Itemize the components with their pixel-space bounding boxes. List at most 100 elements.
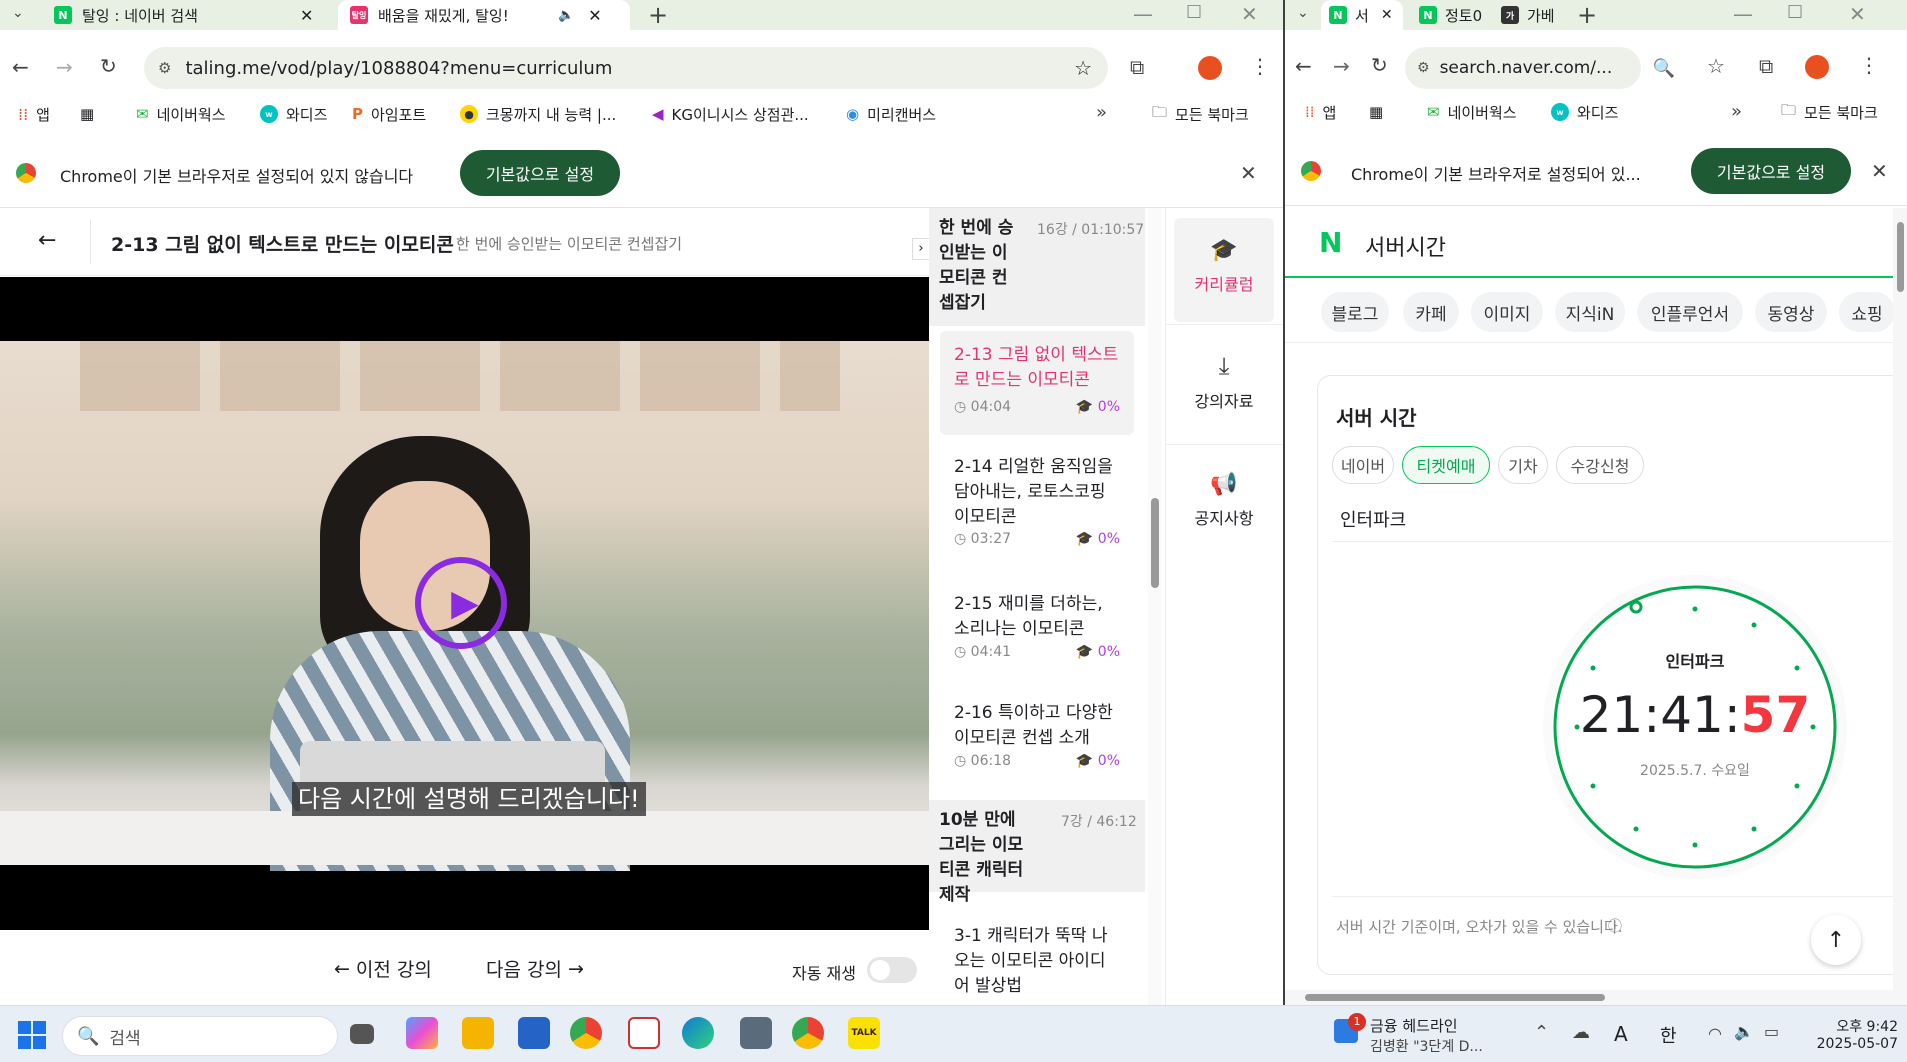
bookmark-naverworks[interactable]: ✉ 네이버웍스 [136, 100, 226, 128]
forward-icon[interactable]: → [56, 57, 73, 77]
category-video[interactable]: 동영상 [1755, 292, 1827, 332]
category-image[interactable]: 이미지 [1471, 292, 1543, 332]
forward-icon[interactable]: → [1333, 56, 1350, 76]
tab-server-time[interactable]: N 서 ✕ [1321, 0, 1403, 30]
windows-start-icon[interactable] [18, 1021, 46, 1049]
clock-date[interactable]: 2025-05-07 [1806, 1036, 1898, 1052]
extensions-icon[interactable]: ⧉ [1130, 57, 1144, 77]
bookmark-wadiz[interactable]: w 와디즈 [260, 100, 327, 128]
volume-icon[interactable]: 🔈 [1734, 1024, 1754, 1040]
tab-search-icon[interactable]: ⌄ [12, 6, 24, 20]
zoom-icon[interactable]: 🔍 [1653, 58, 1675, 79]
window-close-icon[interactable]: ✕ [1849, 4, 1866, 24]
maximize-icon[interactable]: ☐ [1186, 4, 1202, 22]
clock-time[interactable]: 오후 9:42 [1820, 1016, 1898, 1036]
tab-ticket[interactable]: 티켓예매 [1402, 446, 1490, 484]
infobar-close-icon[interactable]: ✕ [1240, 163, 1257, 183]
page-scrollbar[interactable] [1893, 208, 1907, 990]
news-widget[interactable]: 1 금융 헤드라인 김병환 "3단계 D... [1334, 1013, 1514, 1057]
scroll-thumb[interactable] [1897, 222, 1904, 292]
section-header[interactable]: 10분 만에 그리는 이모티콘 캐릭터 제작 7강 / 46:12 [929, 800, 1145, 905]
bookmark-tab-group[interactable]: ▦ [80, 100, 94, 128]
materials-menu-button[interactable]: ⤓ 강의자료 [1174, 338, 1274, 438]
tab-enrollment[interactable]: 수강신청 [1556, 446, 1644, 484]
selected-site[interactable]: 인터파크 [1340, 506, 1406, 532]
snipping-tool-icon[interactable] [628, 1017, 660, 1049]
back-icon[interactable]: ← [1295, 56, 1312, 76]
reload-icon[interactable]: ↻ [100, 56, 117, 76]
kakaotalk-icon[interactable]: TALK [848, 1017, 880, 1049]
category-blog[interactable]: 블로그 [1321, 292, 1389, 332]
calculator-icon[interactable] [740, 1017, 772, 1049]
tab-gabe[interactable]: 가 가베 [1493, 0, 1573, 30]
maximize-icon[interactable]: ☐ [1787, 4, 1803, 22]
address-bar[interactable]: ⚙ taling.me/vod/play/1088804?menu=curric… [144, 47, 1108, 89]
naver-logo-icon[interactable]: N [1319, 226, 1342, 259]
edge-icon[interactable] [682, 1017, 714, 1049]
category-cafe[interactable]: 카페 [1403, 292, 1459, 332]
play-button[interactable]: ▶ [415, 557, 507, 649]
minimize-icon[interactable]: — [1733, 4, 1753, 24]
curriculum-scrollbar[interactable] [1148, 208, 1162, 1005]
scroll-thumb[interactable] [1305, 994, 1605, 1001]
profile-avatar[interactable] [1805, 55, 1829, 79]
site-info-icon[interactable]: ⚙ [1417, 60, 1430, 76]
lesson-item[interactable]: 3-1 캐릭터가 뚝딱 나오는 이모티콘 아이디어 발상법 [940, 912, 1134, 1005]
autoplay-toggle[interactable] [867, 957, 917, 983]
extensions-icon[interactable]: ⧉ [1759, 56, 1773, 76]
address-bar[interactable]: ⚙ search.naver.com/... 🔍 [1405, 47, 1675, 89]
bookmark-wadiz[interactable]: w 와디즈 [1551, 98, 1618, 126]
menu-dots-icon[interactable]: ⋮ [1250, 56, 1270, 76]
menu-dots-icon[interactable]: ⋮ [1859, 55, 1879, 75]
profile-avatar[interactable] [1198, 56, 1222, 80]
category-kin[interactable]: 지식iN [1555, 292, 1625, 332]
lesson-item-active[interactable]: 2-13 그림 없이 텍스트로 만드는 이모티콘 ◷ 04:04 🎓 0% [940, 331, 1134, 435]
url-text[interactable]: search.naver.com/... [1440, 58, 1613, 78]
speaker-icon[interactable]: 🔈 [558, 8, 574, 23]
lesson-item[interactable]: 2-15 재미를 더하는, 소리나는 이모티콘 ◷ 04:41 🎓 0% [940, 580, 1134, 676]
all-bookmarks[interactable]: 🗀 모든 북마크 [1152, 100, 1249, 128]
wifi-icon[interactable]: ◠ [1708, 1026, 1722, 1042]
more-bookmarks-icon[interactable]: » [1731, 103, 1742, 121]
bookmark-miricanvas[interactable]: ◉ 미리캔버스 [846, 100, 936, 128]
category-influencer[interactable]: 인플루언서 [1637, 292, 1743, 332]
lesson-item[interactable]: 2-16 특이하고 다양한 이모티콘 컨셉 소개 ◷ 06:18 🎓 0% [940, 689, 1134, 785]
chevron-right-icon[interactable]: › [912, 238, 930, 260]
chrome-profile-icon[interactable] [792, 1017, 824, 1049]
curriculum-menu-button[interactable]: 🎓 커리큘럼 [1174, 218, 1274, 322]
prev-lesson-button[interactable]: ← 이전 강의 [334, 955, 432, 982]
back-arrow-icon[interactable]: ← [38, 230, 56, 252]
set-default-button[interactable]: 기본값으로 설정 [1691, 148, 1851, 194]
bookmark-tab-group[interactable]: ▦ [1369, 98, 1383, 126]
tab-naver-search[interactable]: N 탈잉 : 네이버 검색 ✕ [42, 0, 330, 30]
next-lesson-button[interactable]: 다음 강의 → [486, 955, 584, 982]
tab-search-icon[interactable]: ⌄ [1297, 6, 1309, 20]
tab-taling[interactable]: 탈잉 배움을 재밌게, 탈잉! 🔈 ✕ [338, 0, 630, 30]
new-tab-icon[interactable]: + [1577, 3, 1597, 27]
taskbar-search[interactable]: 🔍 검색 [62, 1016, 338, 1056]
infobar-close-icon[interactable]: ✕ [1871, 161, 1888, 181]
chrome-taskbar-icon[interactable] [570, 1017, 602, 1049]
bookmark-apps[interactable]: ⁞⁞ 앱 [1305, 98, 1336, 126]
scroll-thumb[interactable] [1151, 498, 1159, 588]
all-bookmarks[interactable]: 🗀 모든 북마크 [1781, 98, 1878, 126]
category-shopping[interactable]: 쇼핑 [1839, 292, 1895, 332]
info-icon[interactable]: ⓘ [1608, 916, 1622, 936]
more-bookmarks-icon[interactable]: » [1096, 104, 1107, 122]
search-query[interactable]: 서버시간 [1365, 230, 1446, 262]
bookmark-naverworks[interactable]: ✉ 네이버웍스 [1427, 98, 1517, 126]
copilot-icon[interactable] [406, 1017, 438, 1049]
battery-icon[interactable]: ▭ [1764, 1024, 1779, 1040]
store-icon[interactable] [518, 1017, 550, 1049]
video-player[interactable]: ▶ 다음 시간에 설명해 드리겠습니다! [0, 277, 929, 930]
bookmark-kmong[interactable]: ● 크몽까지 내 능력 |... [460, 100, 616, 128]
close-icon[interactable]: ✕ [1381, 7, 1393, 23]
reload-icon[interactable]: ↻ [1371, 55, 1388, 75]
bookmark-apps[interactable]: ⁞⁞ 앱 [18, 100, 50, 128]
bookmark-iamport[interactable]: P 아임포트 [352, 100, 426, 128]
bookmark-kginicis[interactable]: ◀ KG이니시스 상점관... [652, 100, 809, 128]
ime-mode-icon[interactable]: A [1614, 1022, 1628, 1046]
close-icon[interactable]: ✕ [300, 6, 313, 25]
back-icon[interactable]: ← [12, 57, 29, 77]
window-close-icon[interactable]: ✕ [1241, 4, 1258, 24]
